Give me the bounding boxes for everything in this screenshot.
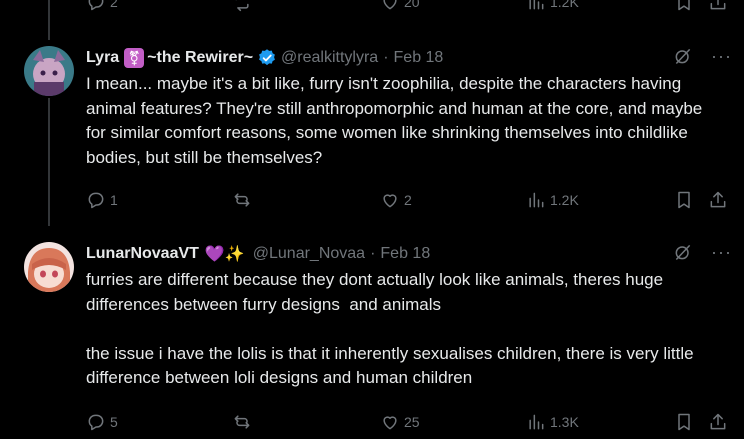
- reply-button[interactable]: 5: [86, 412, 118, 432]
- avatar-image: [24, 242, 74, 292]
- tweet[interactable]: LunarNovaaVT 💜✨ @Lunar_Novaa · Feb 18 ··…: [0, 242, 744, 439]
- share-button[interactable]: [708, 412, 728, 432]
- bookmark-icon: [678, 413, 690, 431]
- tweet-header: Lyra ⚧ ~the Rewirer~ @realkittylyra · Fe…: [86, 46, 734, 70]
- more-options-button[interactable]: ···: [711, 242, 732, 262]
- timestamp[interactable]: Feb 18: [380, 245, 430, 263]
- views-count: 1.2K: [550, 192, 579, 208]
- repost-button[interactable]: [232, 0, 252, 12]
- views-icon: [529, 192, 544, 208]
- heart-icon: [383, 416, 397, 430]
- separator: ·: [370, 245, 376, 262]
- share-icon: [710, 413, 726, 430]
- like-count: 2: [404, 192, 412, 208]
- trans-flag-emoji: ⚧: [124, 48, 145, 68]
- thread-line: [48, 0, 50, 40]
- display-name-suffix[interactable]: ~the Rewirer~: [147, 49, 253, 67]
- repost-icon: [235, 0, 249, 12]
- reply-count: 2: [110, 0, 118, 10]
- grok-icon[interactable]: [673, 46, 693, 66]
- reply-count: 5: [110, 414, 118, 430]
- repost-button[interactable]: [232, 190, 252, 210]
- handle[interactable]: @realkittylyra: [281, 49, 378, 67]
- share-button[interactable]: [708, 190, 728, 210]
- reply-icon: [88, 192, 104, 209]
- share-icon: [710, 0, 726, 10]
- header-actions: ···: [673, 46, 732, 66]
- bookmark-button[interactable]: [674, 190, 694, 210]
- views-icon: [529, 0, 544, 10]
- display-name[interactable]: LunarNovaaVT: [86, 245, 199, 263]
- verified-badge-icon: [259, 49, 275, 66]
- reply-icon: [88, 0, 104, 11]
- avatar[interactable]: [24, 242, 74, 292]
- tweet-text: I mean... maybe it's a bit like, furry i…: [86, 74, 707, 167]
- reply-count: 1: [110, 192, 118, 208]
- bookmark-button[interactable]: [674, 0, 694, 12]
- separator: ·: [383, 49, 389, 66]
- top-action-bar: 2 20 1.2K: [86, 0, 734, 14]
- like-button[interactable]: 20: [380, 0, 420, 12]
- display-name[interactable]: Lyra: [86, 49, 119, 67]
- views-button[interactable]: 1.2K: [526, 190, 579, 210]
- bookmark-icon: [678, 191, 690, 209]
- reply-button[interactable]: 1: [86, 190, 118, 210]
- reply-icon: [88, 414, 104, 431]
- repost-icon: [234, 193, 250, 207]
- like-button[interactable]: 2: [380, 190, 412, 210]
- timestamp[interactable]: Feb 18: [394, 49, 444, 67]
- header-actions: ···: [673, 242, 732, 262]
- views-count: 1.2K: [550, 0, 579, 10]
- repost-icon: [234, 415, 250, 429]
- like-count: 20: [404, 0, 420, 10]
- heart-icon: [383, 0, 397, 10]
- repost-button[interactable]: [232, 412, 252, 432]
- reply-button[interactable]: 2: [86, 0, 118, 12]
- handle[interactable]: @Lunar_Novaa: [253, 245, 365, 263]
- like-button[interactable]: 25: [380, 412, 420, 432]
- heart-icon: [383, 194, 397, 208]
- more-options-button[interactable]: ···: [711, 46, 732, 66]
- share-icon: [710, 191, 726, 208]
- action-bar: 5 25 1.3K: [86, 410, 734, 434]
- tweet-text: furries are different because they dont …: [86, 270, 694, 387]
- avatar[interactable]: [24, 46, 74, 96]
- tweet[interactable]: Lyra ⚧ ~the Rewirer~ @realkittylyra · Fe…: [0, 46, 744, 216]
- grok-icon[interactable]: [673, 242, 693, 262]
- bookmark-icon: [678, 0, 690, 11]
- share-button[interactable]: [708, 0, 728, 12]
- like-count: 25: [404, 414, 420, 430]
- bookmark-button[interactable]: [674, 412, 694, 432]
- views-button[interactable]: 1.3K: [526, 412, 579, 432]
- avatar-image: [24, 46, 74, 96]
- action-bar: 1 2 1.2K: [86, 188, 734, 212]
- tweet-header: LunarNovaaVT 💜✨ @Lunar_Novaa · Feb 18 ··…: [86, 242, 734, 266]
- purple-heart-sparkles-emoji: 💜✨: [204, 246, 245, 263]
- views-count: 1.3K: [550, 414, 579, 430]
- views-icon: [529, 414, 544, 430]
- views-button[interactable]: 1.2K: [526, 0, 579, 12]
